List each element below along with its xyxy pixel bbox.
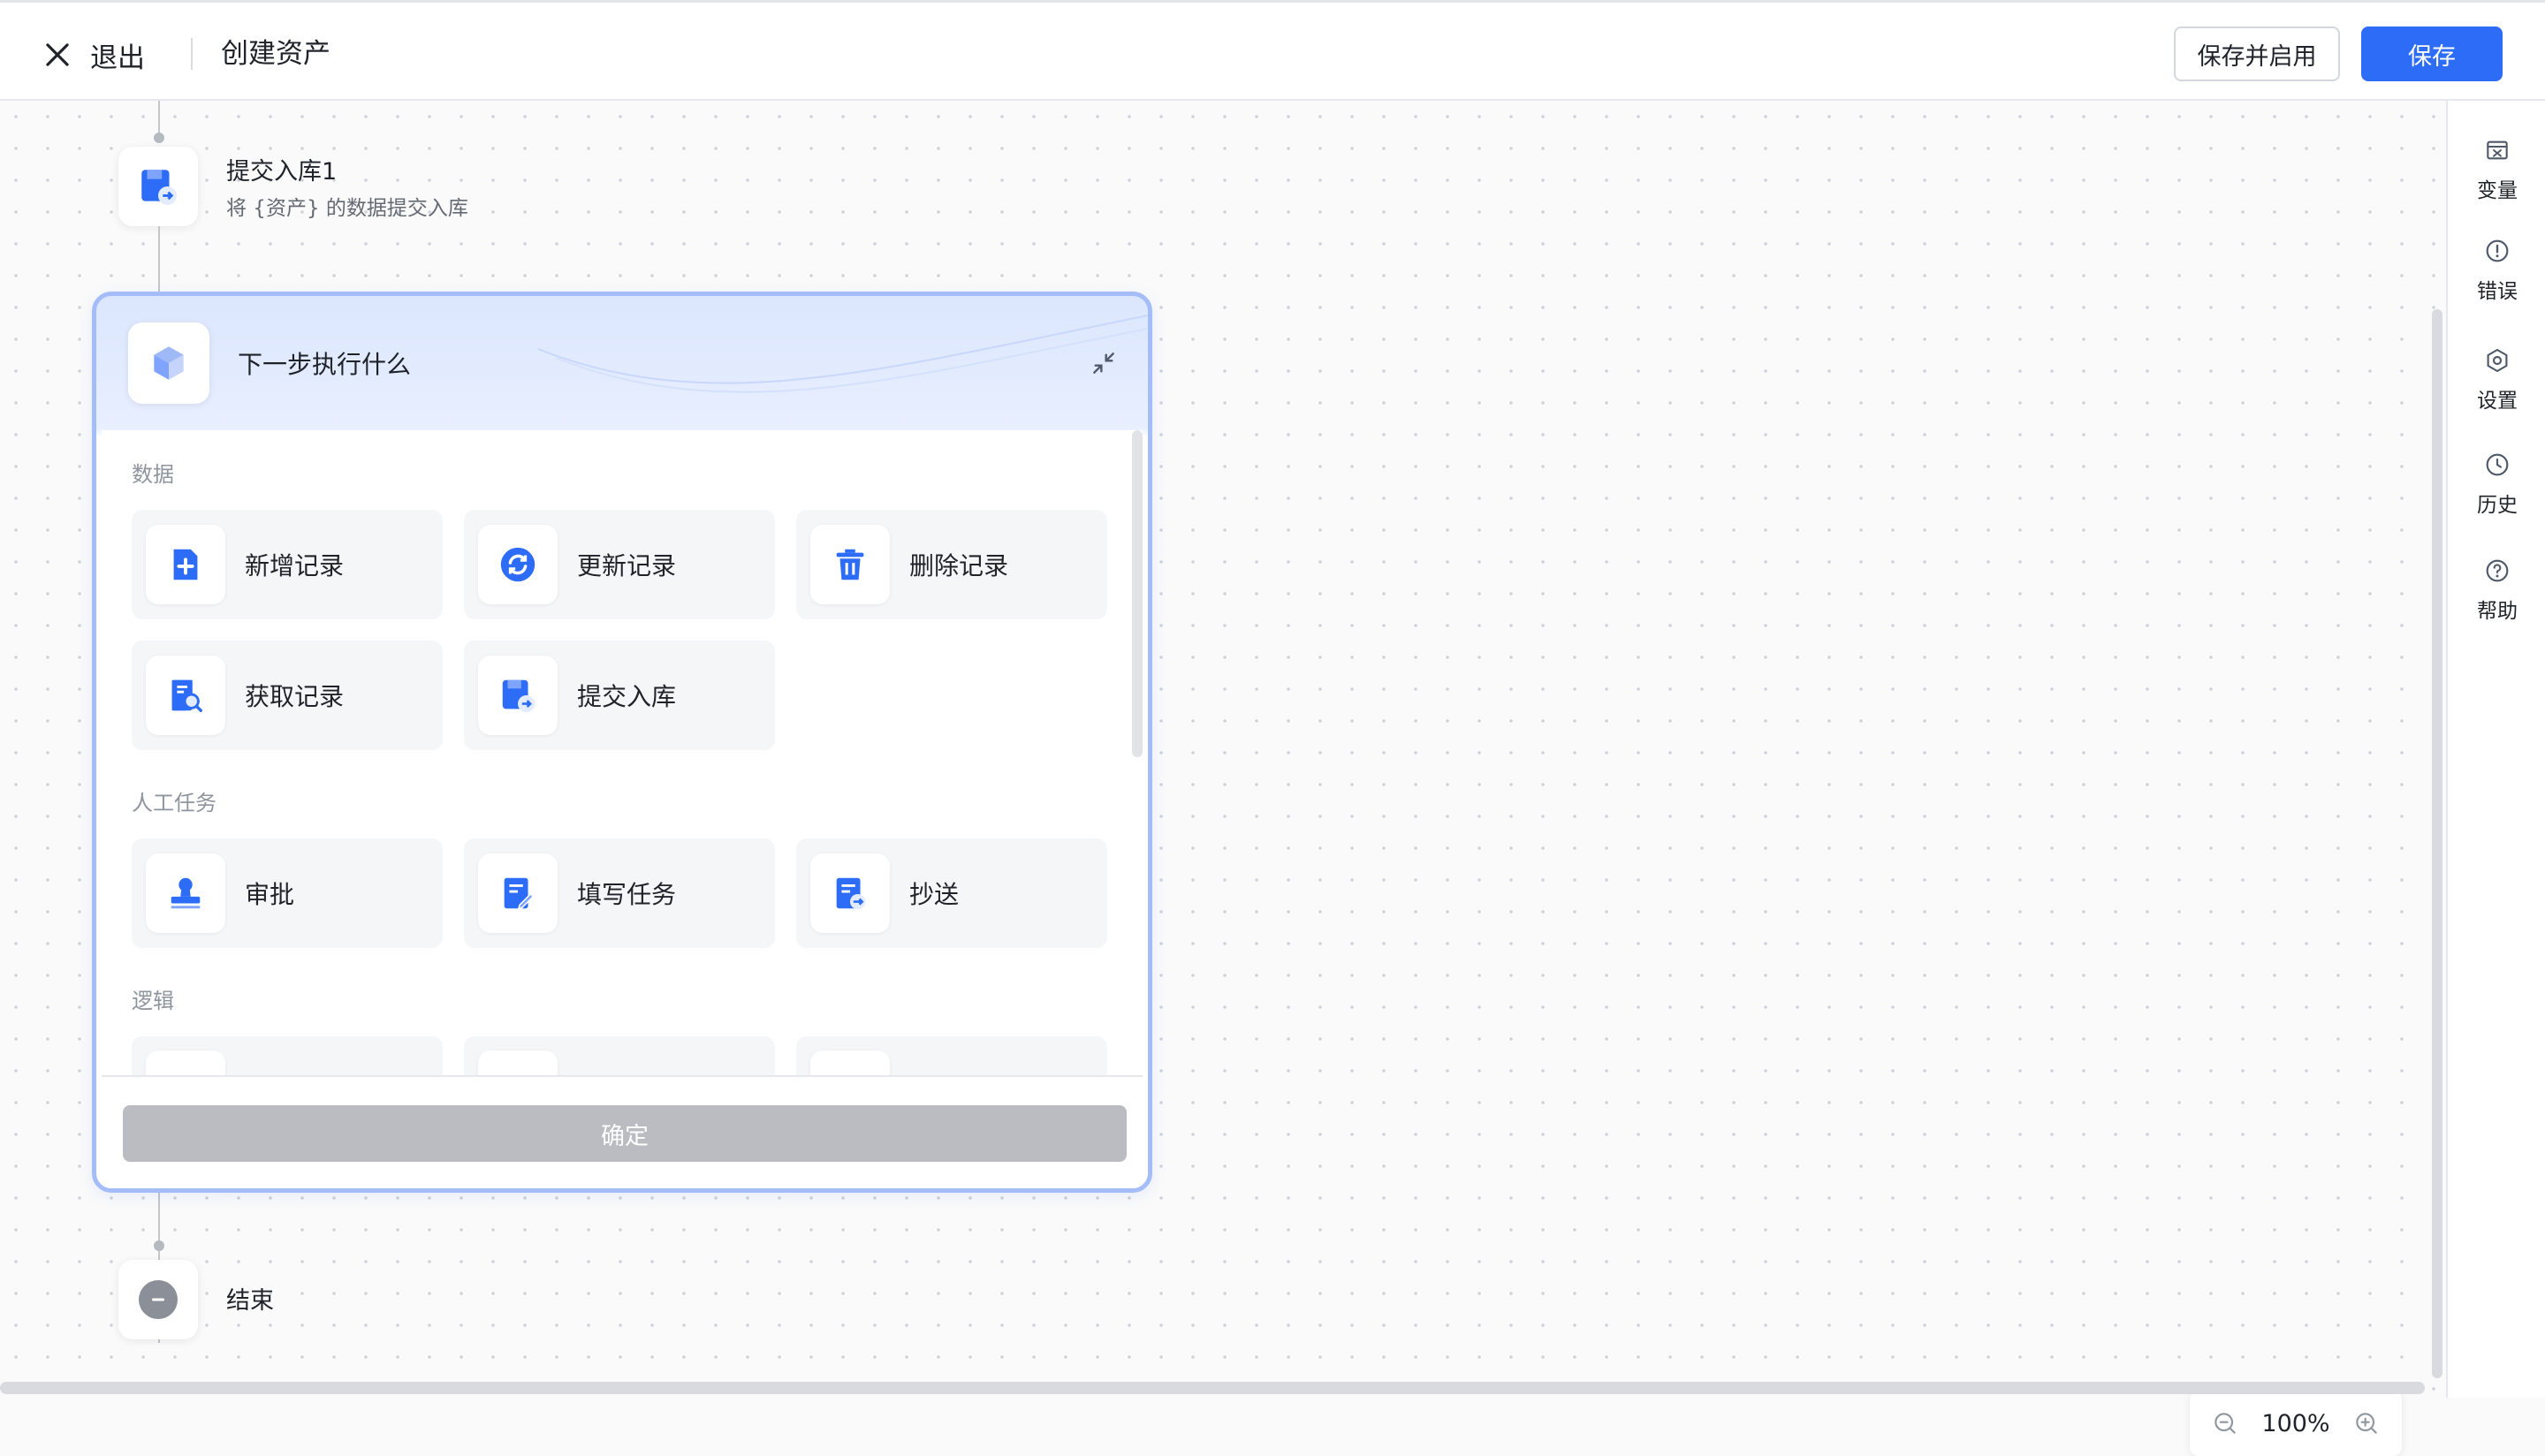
panel-header-icon (128, 322, 209, 404)
submit-storage-icon (502, 679, 536, 713)
section-label-logic: 逻辑 (132, 989, 174, 1013)
connector-arrow (154, 1240, 164, 1251)
action-logic-placeholder[interactable] (796, 1036, 1107, 1075)
action-submit-storage[interactable]: 提交入库 (464, 641, 775, 750)
action-cc[interactable]: 抄送 (796, 838, 1107, 948)
sidebar-item-label: 历史 (2477, 494, 2518, 517)
submit-node-title[interactable]: 提交入库1 (226, 152, 337, 186)
horizontal-scrollbar[interactable] (0, 1382, 2425, 1394)
exit-label: 退出 (90, 42, 145, 74)
panel-footer: 确定 (102, 1075, 1143, 1188)
vertical-scrollbar[interactable] (2432, 309, 2442, 1378)
panel-scrollbar[interactable] (1132, 430, 1143, 757)
collapse-icon (1093, 353, 1114, 374)
help-icon (2486, 559, 2509, 582)
zoom-value: 100% (2261, 1409, 2330, 1437)
add-record-icon (173, 549, 198, 580)
search-record-icon (171, 679, 202, 712)
close-icon (46, 43, 69, 66)
action-label: 获取记录 (245, 682, 345, 711)
exit-button[interactable]: 退出 (41, 33, 145, 77)
connector-line (158, 101, 160, 136)
sidebar-item-variables[interactable]: 变量 (2448, 136, 2545, 224)
settings-icon (2487, 348, 2508, 373)
sidebar-item-errors[interactable]: 错误 (2448, 237, 2545, 325)
action-label: 更新记录 (577, 551, 677, 580)
page-title: 创建资产 (221, 38, 330, 70)
action-logic-placeholder[interactable] (132, 1036, 443, 1075)
sidebar-item-label: 变量 (2477, 179, 2518, 202)
end-icon (139, 1280, 178, 1319)
zoom-control: 100% (2190, 1391, 2402, 1456)
submit-node-subtitle: 将 {资产} 的数据提交入库 (226, 197, 468, 220)
action-label: 删除记录 (909, 551, 1009, 580)
save-and-enable-button[interactable]: 保存并启用 (2174, 27, 2340, 81)
action-label: 提交入库 (577, 682, 677, 711)
action-label: 审批 (245, 880, 295, 909)
sidebar-item-help[interactable]: 帮助 (2448, 557, 2545, 645)
right-sidebar: 变量 错误 设置 历史 帮助 (2446, 101, 2545, 1398)
variable-icon (2487, 140, 2508, 160)
history-icon (2486, 453, 2509, 476)
sidebar-item-label: 错误 (2477, 280, 2518, 303)
collapse-button[interactable] (1086, 345, 1121, 381)
submit-storage-icon (141, 170, 177, 205)
panel-title: 下一步执行什么 (238, 350, 412, 379)
stamp-icon (171, 877, 201, 909)
action-delete-record[interactable]: 删除记录 (796, 510, 1107, 619)
action-add-record[interactable]: 新增记录 (132, 510, 443, 619)
action-approval[interactable]: 审批 (132, 838, 443, 948)
cc-icon (836, 877, 866, 910)
action-list[interactable]: 数据 新增记录 更新记录 删除记录 获取记录 提交入库 人工任务 审批 填写任务… (102, 430, 1143, 1075)
error-icon (2486, 239, 2509, 262)
header-divider (191, 38, 193, 70)
end-node-icon[interactable] (118, 1260, 198, 1339)
next-step-panel: 下一步执行什么 数据 新增记录 更新记录 删除记录 获取记录 提交入库 人工任务… (92, 292, 1152, 1193)
top-bar: 退出 创建资产 保存并启用 保存 (0, 0, 2545, 101)
action-label: 填写任务 (577, 880, 677, 909)
submit-node-icon[interactable] (118, 147, 198, 226)
section-label-data: 数据 (132, 462, 174, 487)
zoom-out-icon[interactable] (2211, 1409, 2239, 1437)
connector-line (158, 226, 160, 292)
zoom-in-icon[interactable] (2352, 1409, 2381, 1437)
sidebar-item-label: 帮助 (2477, 600, 2518, 623)
action-update-record[interactable]: 更新记录 (464, 510, 775, 619)
section-label-manual-tasks: 人工任务 (132, 791, 217, 815)
sidebar-item-label: 设置 (2477, 390, 2518, 413)
connector-arrow (154, 133, 164, 143)
action-logic-placeholder[interactable] (464, 1036, 775, 1075)
save-button[interactable]: 保存 (2361, 27, 2503, 81)
edit-form-icon (504, 877, 535, 910)
confirm-button[interactable]: 确定 (123, 1105, 1127, 1162)
trash-icon (836, 549, 864, 580)
end-node-title[interactable]: 结束 (226, 1281, 274, 1316)
action-get-record[interactable]: 获取记录 (132, 641, 443, 750)
action-label: 抄送 (909, 880, 960, 909)
action-fill-task[interactable]: 填写任务 (464, 838, 775, 948)
sidebar-item-history[interactable]: 历史 (2448, 451, 2545, 539)
cube-icon (154, 346, 184, 380)
sidebar-item-settings[interactable]: 设置 (2448, 346, 2545, 435)
refresh-icon (500, 547, 536, 582)
action-label: 新增记录 (245, 551, 345, 580)
